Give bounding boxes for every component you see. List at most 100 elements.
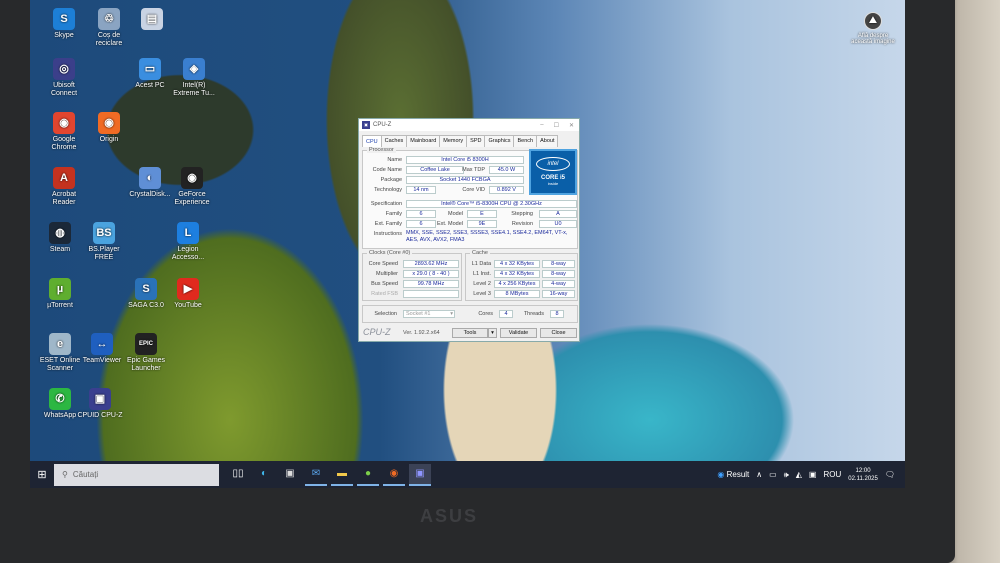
codename-label: Code Name: [372, 167, 402, 173]
search-box[interactable]: ⚲ Căutați: [54, 463, 219, 486]
weather-widget[interactable]: ◉ Result: [717, 470, 749, 479]
mail-icon[interactable]: ✉: [305, 464, 327, 486]
desktop-icon[interactable]: A Acrobat Reader: [40, 167, 88, 207]
app-icon: ↔: [91, 333, 113, 355]
desktop-icon[interactable]: ▶ YouTube: [164, 278, 212, 310]
bus-speed-value: 99.78 MHz: [403, 280, 459, 288]
task-view-icon[interactable]: ▯▯: [227, 464, 249, 486]
minimize-button[interactable]: –: [540, 122, 543, 129]
battery-icon[interactable]: ▭: [769, 470, 777, 479]
desktop-icon[interactable]: S SAGA C3.0: [122, 278, 170, 310]
extfamily-label: Ext. Family: [374, 221, 402, 227]
app-icon: e: [49, 333, 71, 355]
language-indicator[interactable]: ROU: [823, 470, 841, 479]
tab-cpu[interactable]: CPU: [362, 135, 382, 147]
selection-label: Selection: [374, 311, 397, 317]
desktop-icon[interactable]: ♲ Coș de reciclare: [85, 8, 133, 48]
close-button[interactable]: Close: [540, 328, 577, 338]
chevron-down-icon: ▾: [450, 311, 453, 317]
desktop-icon[interactable]: ◎ Ubisoft Connect: [40, 58, 88, 98]
security-icon[interactable]: ▣: [809, 470, 817, 479]
rated-fsb-label: Rated FSB: [371, 291, 398, 297]
tab-bar: CPU Caches Mainboard Memory SPD Graphics Bench…: [362, 135, 559, 147]
cpuz-app-icon: ▣: [362, 121, 370, 129]
cpuz-window: ▣ CPU-Z – ☐ ✕ CPU Caches Mainboard Memory SPD Gr…: [358, 118, 580, 342]
clock[interactable]: 12:00 02.11.2025: [848, 467, 878, 483]
desktop-icon[interactable]: S Skype: [40, 8, 88, 40]
socket-select[interactable]: Socket #1 ▾: [403, 310, 455, 318]
desktop-icon[interactable]: EPIC Epic Games Launcher: [122, 333, 170, 373]
about-image-button[interactable]: ⛰ Află despre această imagine: [848, 12, 898, 45]
app-icon: ◐: [139, 167, 161, 189]
desktop-icon[interactable]: ◉ Origin: [85, 112, 133, 144]
desktop-icon[interactable]: ▣ CPUID CPU-Z: [76, 388, 124, 420]
revision-label: Revision: [511, 221, 533, 227]
app-icon: ▶: [177, 278, 199, 300]
tab-memory[interactable]: Memory: [439, 135, 468, 147]
desktop-icon[interactable]: ◐ CrystalDisk...: [126, 167, 174, 199]
tab-about[interactable]: About: [536, 135, 559, 147]
app-icon: ▣: [89, 388, 111, 410]
cpu-utility-icon[interactable]: ●: [357, 464, 379, 486]
desktop-icon[interactable]: µ µTorrent: [36, 278, 84, 310]
extmodel-label: Ext. Model: [437, 221, 463, 227]
desktop-icon[interactable]: L Legion Accesso...: [164, 222, 212, 262]
tab-spd[interactable]: SPD: [466, 135, 486, 147]
origin-icon[interactable]: ◉: [383, 464, 405, 486]
app-icon: EPIC: [135, 333, 157, 355]
camera-icon: ⛰: [864, 12, 882, 30]
desktop-icon[interactable]: ↔ TeamViewer: [78, 333, 126, 365]
app-icon: S: [135, 278, 157, 300]
desktop-icon-label: TeamViewer: [82, 357, 122, 364]
desktop-icon[interactable]: ◈ Intel(R) Extreme Tu...: [170, 58, 218, 98]
app-icon: ◉: [181, 167, 203, 189]
chevron-up-icon[interactable]: ∧: [756, 470, 762, 479]
cache-way-value: 16-way: [542, 290, 575, 298]
title-bar[interactable]: ▣ CPU-Z – ☐ ✕: [359, 119, 579, 131]
edge-icon[interactable]: ◐: [253, 464, 275, 486]
cpuz-taskbar-icon[interactable]: ▣: [409, 463, 431, 486]
desktop-icon-label: SAGA C3.0: [128, 302, 164, 309]
stepping-label: Stepping: [511, 211, 533, 217]
maximize-button[interactable]: ☐: [554, 122, 559, 129]
notifications-icon[interactable]: 🗨: [885, 470, 895, 479]
file-explorer-icon[interactable]: ▬: [331, 464, 353, 486]
cpuz-brand-logo: CPU-Z: [363, 327, 391, 337]
validate-button[interactable]: Validate: [500, 328, 537, 338]
desktop-icon[interactable]: ▤: [128, 8, 176, 32]
extmodel-value: 9E: [467, 220, 497, 228]
desktop-icon[interactable]: ◉ Google Chrome: [40, 112, 88, 152]
app-icon: ♲: [98, 8, 120, 30]
tools-button[interactable]: Tools: [452, 328, 488, 338]
tab-graphics[interactable]: Graphics: [484, 135, 515, 147]
desktop-icon-label: Coș de reciclare: [95, 32, 123, 47]
corevid-label: Core VID: [462, 187, 485, 193]
tab-mainboard[interactable]: Mainboard: [406, 135, 441, 147]
app-icon: µ: [49, 278, 71, 300]
close-window-button[interactable]: ✕: [569, 122, 574, 129]
store-icon[interactable]: ▣: [279, 464, 301, 486]
desktop-icon[interactable]: BS BS.Player FREE: [80, 222, 128, 262]
threads-label: Threads: [523, 311, 544, 317]
desktop-icon[interactable]: ◍ Steam: [36, 222, 84, 254]
app-icon: ◉: [98, 112, 120, 134]
start-button[interactable]: ⊞: [30, 468, 54, 481]
cores-label: Cores: [478, 311, 493, 317]
desktop-icon[interactable]: e ESET Online Scanner: [36, 333, 84, 373]
tab-bench[interactable]: Bench: [513, 135, 538, 147]
volume-icon[interactable]: 🕪: [784, 470, 789, 480]
app-icon: BS: [93, 222, 115, 244]
network-icon[interactable]: ◭: [796, 470, 802, 479]
desktop-icon-label: ESET Online Scanner: [39, 357, 81, 372]
tools-dropdown-icon[interactable]: ▾: [488, 328, 497, 338]
desktop-icon-label: WhatsApp: [43, 412, 77, 419]
core-speed-label: Core Speed: [368, 261, 398, 267]
desktop-icon-label: Epic Games Launcher: [126, 357, 166, 372]
desktop-icon[interactable]: ▭ Acest PC: [126, 58, 174, 90]
app-icon: ◎: [53, 58, 75, 80]
cores-value: 4: [499, 310, 513, 318]
desktop-icon[interactable]: ◉ GeForce Experience: [168, 167, 216, 207]
tab-caches[interactable]: Caches: [380, 135, 408, 147]
desktop-icon-label: BS.Player FREE: [88, 246, 120, 261]
group-label: Processor: [367, 147, 396, 153]
